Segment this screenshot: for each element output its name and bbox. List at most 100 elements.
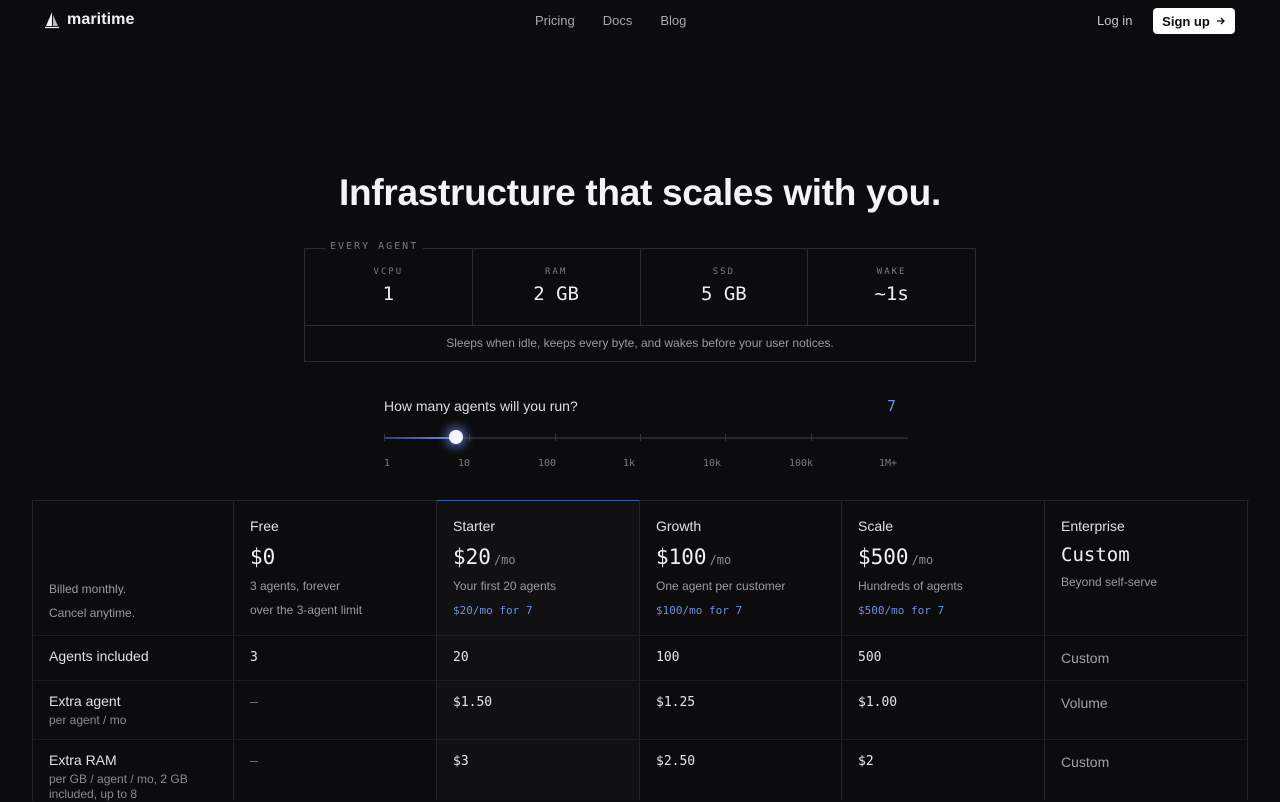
tier-name-scale: Scale [858, 518, 894, 534]
table-cell: Volume [1061, 695, 1108, 711]
tier-subtitle-free: 3 agents, forever [250, 579, 341, 593]
slider-tick [384, 434, 385, 441]
tier-price-starter: $20/mo [453, 545, 516, 569]
tier-estimate-scale: $500/mo for 7 [858, 604, 945, 617]
tier-price-free: $0 [250, 545, 275, 569]
arrow-right-icon [1216, 14, 1226, 29]
tier-note-free: over the 3-agent limit [250, 603, 363, 617]
spec-value: 5 GB [700, 283, 747, 305]
signup-label: Sign up [1162, 13, 1210, 29]
sail-icon [44, 11, 60, 29]
row-divider [33, 739, 1248, 740]
table-cell: $3 [453, 754, 469, 769]
logo-text: maritime [67, 11, 135, 28]
slider-thumb[interactable] [449, 430, 463, 444]
slider-fill [384, 437, 456, 439]
tick-label: 100 [538, 458, 557, 469]
tier-name-free: Free [250, 518, 279, 534]
row-label-agents-included: Agents included [49, 648, 149, 664]
table-cell: 20 [453, 650, 469, 665]
table-cell: 100 [656, 650, 680, 665]
spec-row: VCPU 1 RAM 2 GB SSD 5 GB WAKE ~1s [305, 249, 975, 326]
column-divider [436, 500, 437, 800]
row-divider [33, 635, 1248, 636]
signup-button[interactable]: Sign up [1153, 8, 1235, 34]
spec-ram: RAM 2 GB [473, 249, 641, 325]
slider-tick [725, 434, 726, 441]
agent-count-question: How many agents will you run? [384, 398, 578, 414]
column-divider [1044, 500, 1045, 800]
price-amount: $100 [656, 545, 707, 569]
spec-label: WAKE [876, 267, 907, 277]
spec-label: SSD [712, 267, 735, 277]
tier-price-scale: $500/mo [858, 545, 933, 569]
nav-pricing[interactable]: Pricing [535, 13, 575, 28]
tick-label: 1M+ [879, 458, 898, 469]
tier-estimate-starter: $20/mo for 7 [453, 604, 533, 617]
tier-subtitle-scale: Hundreds of agents [858, 579, 963, 593]
nav-blog[interactable]: Blog [660, 13, 686, 28]
tier-price-growth: $100/mo [656, 545, 731, 569]
table-cell: $2.50 [656, 754, 696, 769]
price-period: /mo [911, 553, 934, 567]
spec-value: 2 GB [533, 283, 579, 305]
tick-label: 10k [703, 458, 722, 469]
spec-wake: WAKE ~1s [808, 249, 975, 325]
spec-ssd: SSD 5 GB [641, 249, 809, 325]
top-navigation: maritime Pricing Docs Blog Log in Sign u… [0, 0, 1280, 42]
main-nav: Pricing Docs Blog [535, 13, 686, 28]
tick-label: 100k [789, 458, 814, 469]
spec-value: 1 [382, 283, 395, 305]
row-sublabel-extra-agent: per agent / mo [49, 713, 127, 727]
price-amount: Custom [1061, 544, 1130, 566]
slider-tick [555, 434, 556, 441]
row-label-extra-agent: Extra agent [49, 693, 121, 709]
login-link[interactable]: Log in [1097, 13, 1132, 28]
column-divider [841, 500, 842, 800]
logo[interactable]: maritime [44, 11, 135, 29]
column-divider [639, 500, 640, 800]
row-sublabel-extra-ram: per GB / agent / mo, 2 GB included, up t… [49, 772, 188, 801]
tier-estimate-growth: $100/mo for 7 [656, 604, 743, 617]
tier-name-starter: Starter [453, 518, 496, 534]
billing-line: Billed monthly. [49, 582, 127, 596]
price-period: /mo [493, 553, 516, 567]
price-amount: $500 [858, 545, 909, 569]
price-amount: $0 [250, 545, 276, 569]
slider-tick [640, 434, 641, 441]
price-amount: $20 [453, 545, 491, 569]
table-cell: $1.00 [858, 695, 898, 710]
table-cell: Custom [1061, 650, 1110, 666]
table-cell: Custom [1061, 754, 1110, 770]
table-cell: $2 [858, 754, 874, 769]
tick-label: 1k [623, 458, 636, 469]
table-cell: 500 [858, 650, 882, 665]
tick-label: 1 [384, 458, 391, 469]
spec-label: RAM [544, 267, 568, 277]
row-divider [33, 680, 1248, 681]
spec-note: Sleeps when idle, keeps every byte, and … [446, 336, 834, 350]
row-label-extra-ram: Extra RAM [49, 752, 117, 768]
spec-value: ~1s [874, 283, 909, 305]
spec-vcpu: VCPU 1 [305, 249, 473, 325]
slider-tick [469, 434, 470, 441]
column-divider [233, 500, 234, 800]
table-cell: $1.25 [656, 695, 696, 710]
price-period: /mo [709, 553, 732, 567]
table-cell: — [250, 754, 258, 769]
tier-subtitle-starter: Your first 20 agents [453, 579, 556, 593]
table-cell: $1.50 [453, 695, 493, 710]
tier-price-enterprise: Custom [1061, 544, 1130, 566]
slider-tick [811, 434, 812, 441]
starter-column-accent [437, 500, 639, 501]
tier-name-growth: Growth [656, 518, 702, 534]
agent-count-value: 7 [887, 397, 897, 415]
tier-name-enterprise: Enterprise [1061, 518, 1125, 534]
agent-spec-box: EVERY AGENT VCPU 1 RAM 2 GB SSD 5 GB WAK… [304, 241, 976, 362]
table-cell: — [250, 695, 258, 710]
spec-label: VCPU [373, 267, 404, 277]
nav-docs[interactable]: Docs [603, 13, 633, 28]
billing-line: Cancel anytime. [49, 606, 136, 620]
column-divider [1247, 500, 1248, 800]
page-title: Infrastructure that scales with you. [339, 172, 941, 213]
